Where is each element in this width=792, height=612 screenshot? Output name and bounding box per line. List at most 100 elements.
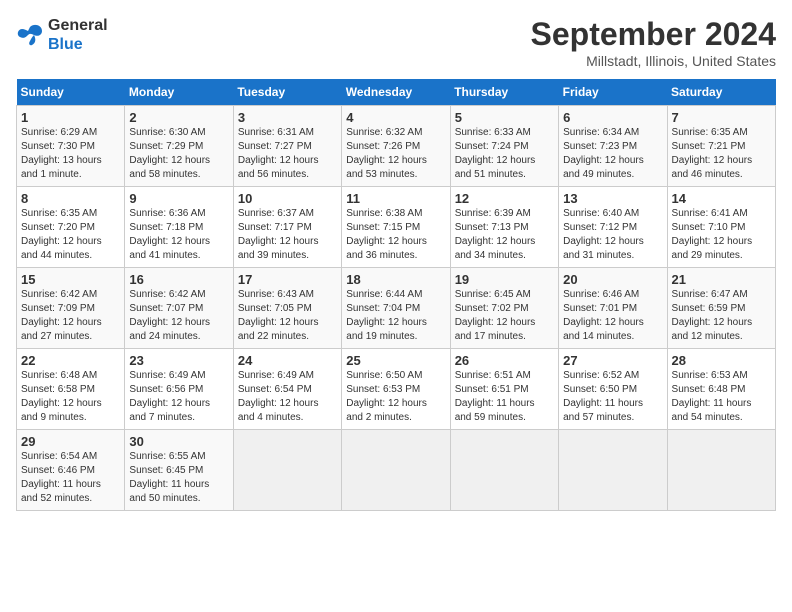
calendar-cell: 25Sunrise: 6:50 AMSunset: 6:53 PMDayligh…	[342, 349, 450, 430]
calendar-cell: 27Sunrise: 6:52 AMSunset: 6:50 PMDayligh…	[559, 349, 667, 430]
calendar-cell: 16Sunrise: 6:42 AMSunset: 7:07 PMDayligh…	[125, 268, 233, 349]
calendar-cell: 29Sunrise: 6:54 AMSunset: 6:46 PMDayligh…	[17, 430, 125, 511]
calendar-cell: 3Sunrise: 6:31 AMSunset: 7:27 PMDaylight…	[233, 106, 341, 187]
day-number: 27	[563, 353, 662, 368]
weekday-header: Monday	[125, 79, 233, 106]
day-number: 7	[672, 110, 771, 125]
day-number: 23	[129, 353, 228, 368]
day-info: Sunrise: 6:54 AMSunset: 6:46 PMDaylight:…	[21, 450, 120, 506]
weekday-header: Tuesday	[233, 79, 341, 106]
day-info: Sunrise: 6:45 AMSunset: 7:02 PMDaylight:…	[455, 288, 554, 344]
day-info: Sunrise: 6:52 AMSunset: 6:50 PMDaylight:…	[563, 369, 662, 425]
calendar-cell: 6Sunrise: 6:34 AMSunset: 7:23 PMDaylight…	[559, 106, 667, 187]
weekday-header: Friday	[559, 79, 667, 106]
day-info: Sunrise: 6:49 AMSunset: 6:54 PMDaylight:…	[238, 369, 337, 425]
calendar-cell	[559, 430, 667, 511]
calendar-cell: 21Sunrise: 6:47 AMSunset: 6:59 PMDayligh…	[667, 268, 775, 349]
day-number: 26	[455, 353, 554, 368]
calendar-cell: 12Sunrise: 6:39 AMSunset: 7:13 PMDayligh…	[450, 187, 558, 268]
day-info: Sunrise: 6:36 AMSunset: 7:18 PMDaylight:…	[129, 207, 228, 263]
calendar-week-row: 8Sunrise: 6:35 AMSunset: 7:20 PMDaylight…	[17, 187, 776, 268]
logo-text: General Blue	[48, 16, 108, 54]
calendar-cell: 8Sunrise: 6:35 AMSunset: 7:20 PMDaylight…	[17, 187, 125, 268]
calendar-cell: 17Sunrise: 6:43 AMSunset: 7:05 PMDayligh…	[233, 268, 341, 349]
day-info: Sunrise: 6:32 AMSunset: 7:26 PMDaylight:…	[346, 126, 445, 182]
weekday-header: Thursday	[450, 79, 558, 106]
day-number: 6	[563, 110, 662, 125]
day-number: 22	[21, 353, 120, 368]
location-title: Millstadt, Illinois, United States	[531, 53, 776, 69]
day-number: 28	[672, 353, 771, 368]
calendar-cell: 20Sunrise: 6:46 AMSunset: 7:01 PMDayligh…	[559, 268, 667, 349]
day-info: Sunrise: 6:34 AMSunset: 7:23 PMDaylight:…	[563, 126, 662, 182]
day-info: Sunrise: 6:35 AMSunset: 7:20 PMDaylight:…	[21, 207, 120, 263]
day-info: Sunrise: 6:49 AMSunset: 6:56 PMDaylight:…	[129, 369, 228, 425]
day-info: Sunrise: 6:40 AMSunset: 7:12 PMDaylight:…	[563, 207, 662, 263]
day-number: 29	[21, 434, 120, 449]
calendar-cell: 18Sunrise: 6:44 AMSunset: 7:04 PMDayligh…	[342, 268, 450, 349]
calendar-cell: 22Sunrise: 6:48 AMSunset: 6:58 PMDayligh…	[17, 349, 125, 430]
day-info: Sunrise: 6:39 AMSunset: 7:13 PMDaylight:…	[455, 207, 554, 263]
weekday-header: Wednesday	[342, 79, 450, 106]
calendar-cell: 11Sunrise: 6:38 AMSunset: 7:15 PMDayligh…	[342, 187, 450, 268]
calendar-cell: 7Sunrise: 6:35 AMSunset: 7:21 PMDaylight…	[667, 106, 775, 187]
day-info: Sunrise: 6:55 AMSunset: 6:45 PMDaylight:…	[129, 450, 228, 506]
calendar-cell: 9Sunrise: 6:36 AMSunset: 7:18 PMDaylight…	[125, 187, 233, 268]
calendar-cell: 23Sunrise: 6:49 AMSunset: 6:56 PMDayligh…	[125, 349, 233, 430]
day-number: 21	[672, 272, 771, 287]
day-number: 17	[238, 272, 337, 287]
calendar-cell	[667, 430, 775, 511]
day-number: 12	[455, 191, 554, 206]
day-info: Sunrise: 6:42 AMSunset: 7:09 PMDaylight:…	[21, 288, 120, 344]
calendar-table: SundayMondayTuesdayWednesdayThursdayFrid…	[16, 79, 776, 511]
calendar-cell: 4Sunrise: 6:32 AMSunset: 7:26 PMDaylight…	[342, 106, 450, 187]
day-info: Sunrise: 6:48 AMSunset: 6:58 PMDaylight:…	[21, 369, 120, 425]
weekday-header-row: SundayMondayTuesdayWednesdayThursdayFrid…	[17, 79, 776, 106]
day-number: 24	[238, 353, 337, 368]
day-info: Sunrise: 6:53 AMSunset: 6:48 PMDaylight:…	[672, 369, 771, 425]
calendar-cell: 5Sunrise: 6:33 AMSunset: 7:24 PMDaylight…	[450, 106, 558, 187]
day-number: 3	[238, 110, 337, 125]
logo: General Blue	[16, 16, 108, 54]
day-info: Sunrise: 6:30 AMSunset: 7:29 PMDaylight:…	[129, 126, 228, 182]
calendar-week-row: 29Sunrise: 6:54 AMSunset: 6:46 PMDayligh…	[17, 430, 776, 511]
day-number: 20	[563, 272, 662, 287]
calendar-cell: 24Sunrise: 6:49 AMSunset: 6:54 PMDayligh…	[233, 349, 341, 430]
day-number: 13	[563, 191, 662, 206]
day-info: Sunrise: 6:51 AMSunset: 6:51 PMDaylight:…	[455, 369, 554, 425]
calendar-cell: 28Sunrise: 6:53 AMSunset: 6:48 PMDayligh…	[667, 349, 775, 430]
weekday-header: Saturday	[667, 79, 775, 106]
day-info: Sunrise: 6:35 AMSunset: 7:21 PMDaylight:…	[672, 126, 771, 182]
day-number: 5	[455, 110, 554, 125]
calendar-week-row: 15Sunrise: 6:42 AMSunset: 7:09 PMDayligh…	[17, 268, 776, 349]
calendar-cell: 15Sunrise: 6:42 AMSunset: 7:09 PMDayligh…	[17, 268, 125, 349]
day-number: 2	[129, 110, 228, 125]
calendar-cell	[233, 430, 341, 511]
day-number: 8	[21, 191, 120, 206]
day-number: 14	[672, 191, 771, 206]
day-number: 11	[346, 191, 445, 206]
day-number: 18	[346, 272, 445, 287]
day-info: Sunrise: 6:50 AMSunset: 6:53 PMDaylight:…	[346, 369, 445, 425]
month-title: September 2024	[531, 16, 776, 53]
day-info: Sunrise: 6:47 AMSunset: 6:59 PMDaylight:…	[672, 288, 771, 344]
day-info: Sunrise: 6:44 AMSunset: 7:04 PMDaylight:…	[346, 288, 445, 344]
title-area: September 2024 Millstadt, Illinois, Unit…	[531, 16, 776, 69]
day-number: 16	[129, 272, 228, 287]
day-number: 15	[21, 272, 120, 287]
day-info: Sunrise: 6:46 AMSunset: 7:01 PMDaylight:…	[563, 288, 662, 344]
calendar-cell: 19Sunrise: 6:45 AMSunset: 7:02 PMDayligh…	[450, 268, 558, 349]
day-info: Sunrise: 6:37 AMSunset: 7:17 PMDaylight:…	[238, 207, 337, 263]
day-number: 4	[346, 110, 445, 125]
calendar-cell: 10Sunrise: 6:37 AMSunset: 7:17 PMDayligh…	[233, 187, 341, 268]
calendar-week-row: 22Sunrise: 6:48 AMSunset: 6:58 PMDayligh…	[17, 349, 776, 430]
day-info: Sunrise: 6:31 AMSunset: 7:27 PMDaylight:…	[238, 126, 337, 182]
day-info: Sunrise: 6:42 AMSunset: 7:07 PMDaylight:…	[129, 288, 228, 344]
page-header: General Blue September 2024 Millstadt, I…	[16, 16, 776, 69]
calendar-cell	[450, 430, 558, 511]
day-number: 10	[238, 191, 337, 206]
day-number: 25	[346, 353, 445, 368]
calendar-cell	[342, 430, 450, 511]
calendar-cell: 1Sunrise: 6:29 AMSunset: 7:30 PMDaylight…	[17, 106, 125, 187]
day-info: Sunrise: 6:43 AMSunset: 7:05 PMDaylight:…	[238, 288, 337, 344]
